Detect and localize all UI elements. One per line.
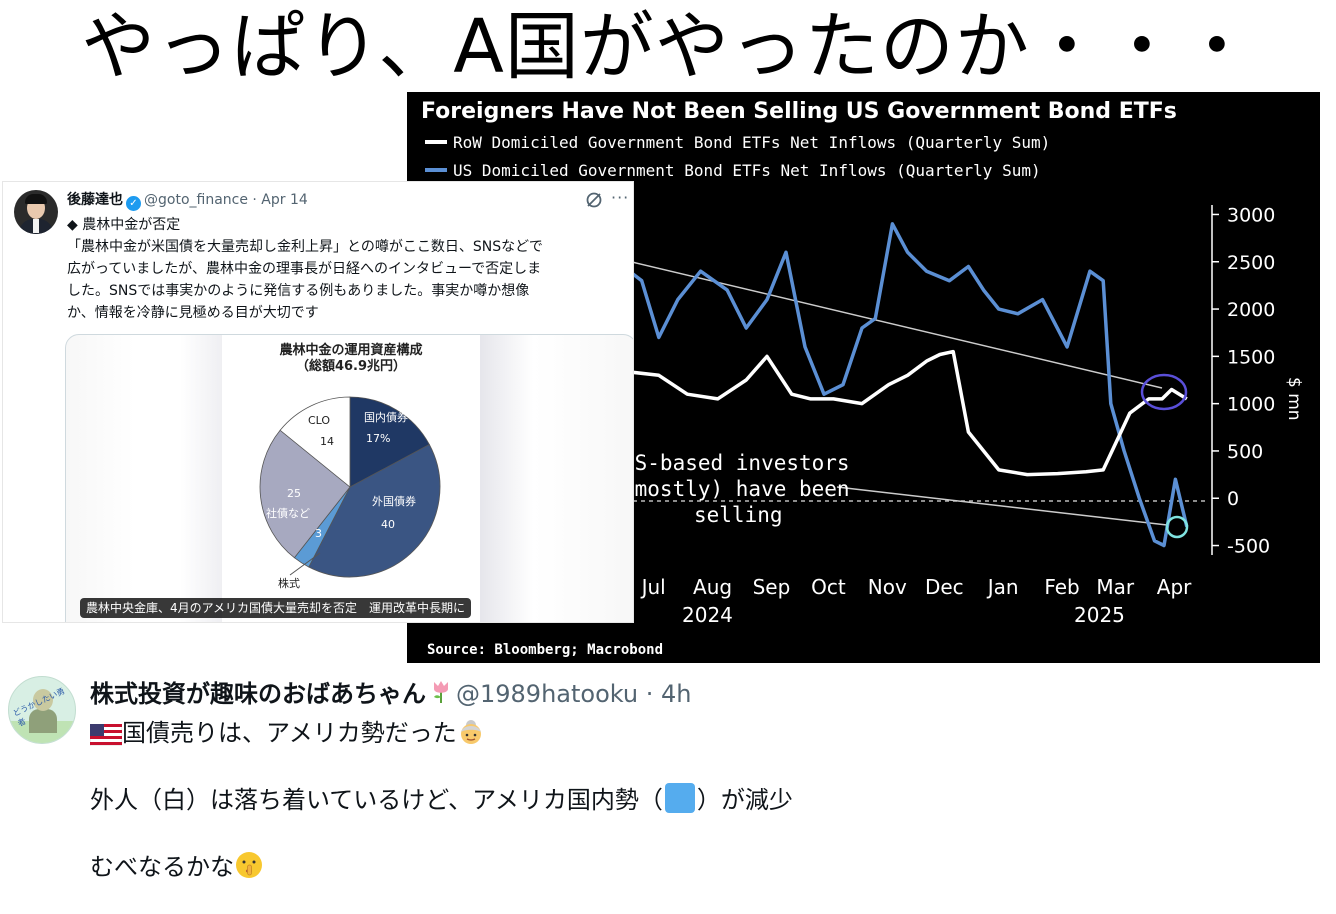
pie-label-domestic: 国内債券 [364,410,408,424]
tweet-line-2a-text: 外人（白）は落ち着いているけど、アメリカ国内勢（ [90,786,663,814]
embedded-tweet-goto[interactable]: 後藤達也 ✓ @goto_finance · Apr 14 ··· ◆ 農林中金が否… [2,181,634,623]
pie-label-foreign: 外国債券 [372,494,416,508]
y-tick-label: 2500 [1227,252,1275,274]
tweet-text-line: か、情報を冷静に見極める目が大切です [67,305,319,321]
chart-source: Source: Bloomberg; Macrobond [427,642,663,658]
y-tick-label: 3000 [1227,204,1275,226]
author-name[interactable]: 株式投資が趣味のおばあちゃん [90,680,426,708]
shushing-face-emoji-icon [236,852,262,878]
pie-label-stocks: 株式 [278,576,300,590]
highlight-circle-row [1140,373,1188,411]
more-options-icon[interactable]: ··· [611,188,629,207]
x-tick-label: Jan [986,575,1019,599]
tweet-line-2: 外人（白）は落ち着いているけど、アメリカ国内勢（ ）が減少 [90,783,793,816]
tweet-text: ◆ 農林中金が否定 「農林中金が米国債を大量売却し金利上昇」との噂がここ数日、S… [67,214,627,324]
trend-line-blue [836,486,1168,526]
asset-allocation-pie: 国内債券 17% 外国債券 40 3 株式 25 社債など CLO 14 [259,396,441,590]
grok-icon[interactable] [585,191,603,209]
highlight-circle-us [1165,515,1189,539]
pie-value-bonds: 25 [287,487,301,500]
x-tick-label: Mar [1096,575,1135,599]
y-tick-label: 1000 [1227,394,1275,416]
chart-title: Foreigners Have Not Been Selling US Gove… [421,99,1177,124]
x-year-2024: 2024 [682,603,733,627]
legend-label-row: RoW Domiciled Government Bond ETFs Net I… [453,133,1050,152]
x-tick-label: Sep [753,575,791,599]
x-tick-label: Nov [868,575,907,599]
annotation-line-3: selling [694,503,783,527]
pie-label-clo: CLO [308,414,330,427]
pie-value-domestic: 17% [366,432,390,445]
tweet-text-line: 広がっていましたが、農林中金の理事長が日経へのインタビューで否定しま [67,261,542,277]
y-tick-label: 0 [1227,488,1239,510]
x-tick-label: Oct [811,575,846,599]
annotation-line-2: (mostly) have been [622,477,850,501]
link-card[interactable]: 農林中金の運用資産構成 （総額46.9兆円） 国内債券 17% 外国債券 40 … [65,334,633,622]
us-flag-emoji-icon [90,724,122,746]
pie-value-clo: 14 [320,435,334,448]
tweet-line-1: 国債売りは、アメリカ勢だった [90,717,793,749]
tweet-text-line: ◆ 農林中金が否定 [67,217,181,233]
y-tick-label: 2000 [1227,299,1275,321]
pie-value-stocks: 3 [315,527,322,540]
y-tick-label: -500 [1227,536,1270,558]
verified-badge-icon: ✓ [126,196,141,211]
x-tick-label: Apr [1157,575,1192,599]
annotation-line-1: US-based investors [622,451,850,475]
tweet-text-line: 「農林中金が米国債を大量売却し金利上昇」との噂がここ数日、SNSなどで [67,239,543,255]
tweet-line-3-text: むべなるかな [90,853,234,881]
y-unit-label: $ mn [1284,377,1304,421]
tweet-header: 株式投資が趣味のおばあちゃん @1989hatooku · 4h [90,678,692,710]
card-caption[interactable]: 農林中央金庫、4月のアメリカ国債大量売却を否定 運用改革中長期に [80,598,472,618]
avatar[interactable] [14,190,58,234]
x-axis-ticks: Jul Aug Sep Oct Nov Dec Jan Feb Mar Apr [640,575,1193,599]
author-name[interactable]: 後藤達也 [67,192,123,208]
author-handle[interactable]: @goto_finance · Apr 14 [144,192,308,208]
tweet-text: 国債売りは、アメリカ勢だった 外人（白）は落ち着いているけど、アメリカ国内勢（ ）… [90,717,793,883]
tweet-line-1-text: 国債売りは、アメリカ勢だった [122,719,457,747]
legend-label-us: US Domiciled Government Bond ETFs Net In… [453,161,1041,180]
y-axis-ticks: 3000 2500 2000 1500 1000 500 0 -500 [1211,204,1275,558]
x-year-2025: 2025 [1074,603,1125,627]
tweet-text-line: した。SNSでは事実かのように発信する例もありました。事実か噂か想像 [67,283,530,299]
avatar-obaachan[interactable]: どうかしたい勇者 [8,676,76,744]
tweet-line-3: むべなるかな [90,850,793,883]
y-tick-label: 1500 [1227,346,1275,368]
pie-label-bonds: 社債など [266,506,310,520]
x-tick-label: Dec [925,575,964,599]
author-handle[interactable]: @1989hatooku · 4h [456,680,692,708]
x-tick-label: Feb [1044,575,1079,599]
card-image: 農林中金の運用資産構成 （総額46.9兆円） 国内債券 17% 外国債券 40 … [222,335,480,622]
blue-square-emoji-icon [664,783,695,813]
x-tick-label: Jul [640,575,666,599]
x-tick-label: Aug [693,575,732,599]
tweet-header: 後藤達也 ✓ @goto_finance · Apr 14 [67,190,308,211]
y-tick-label: 500 [1227,441,1263,463]
pie-value-foreign: 40 [381,518,395,531]
old-woman-emoji-icon [460,720,481,744]
tweet-line-2b-text: ）が減少 [696,786,793,814]
tulip-emoji-icon [434,681,448,703]
headline: やっぱり、A国がやったのか・・・ [81,4,1255,90]
